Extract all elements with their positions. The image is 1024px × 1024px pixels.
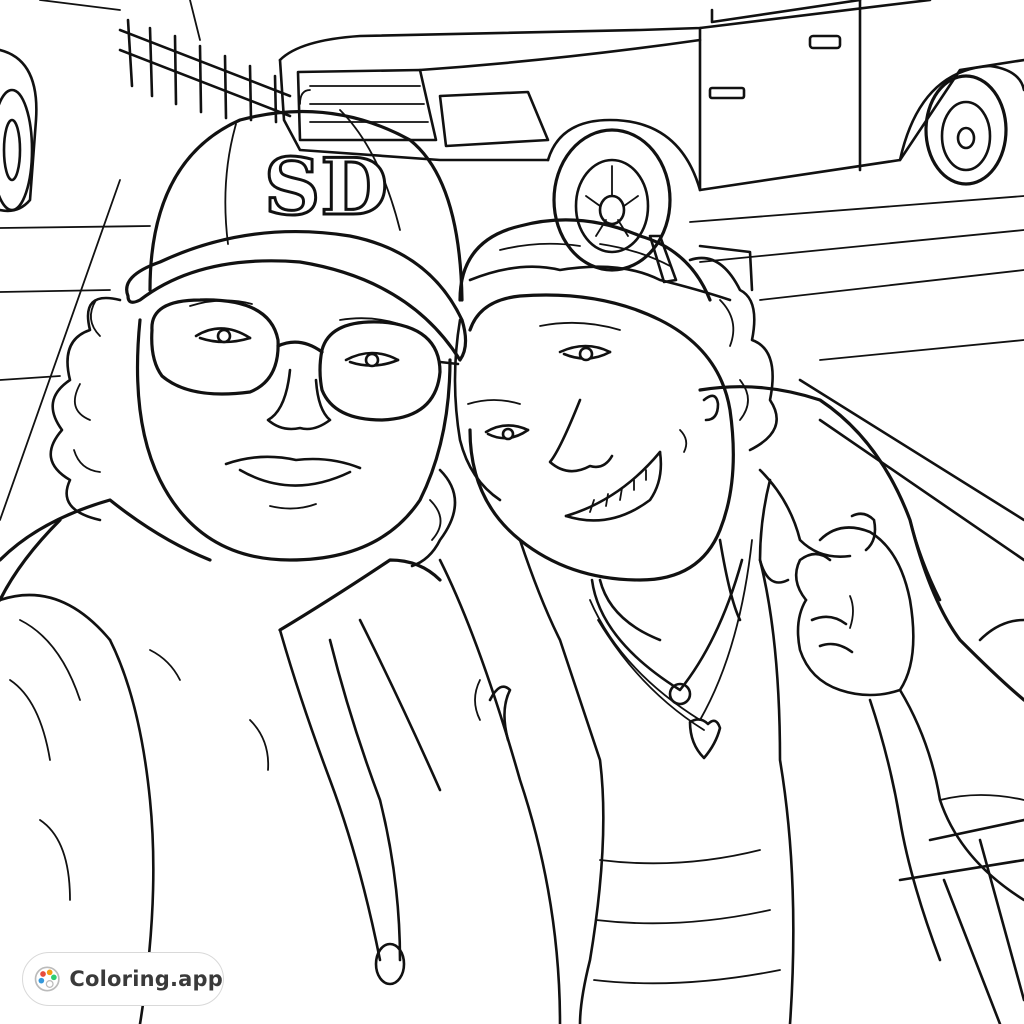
necklaces	[589, 539, 753, 760]
coloring-app-watermark: Coloring.app	[22, 952, 224, 1006]
person-left: SD	[0, 89, 562, 1024]
baseball-cap: SD	[125, 89, 468, 362]
person-right	[453, 218, 1024, 1024]
pickup-truck	[278, 0, 1024, 272]
hand	[794, 512, 915, 697]
hoodie	[0, 498, 562, 1024]
coloring-page-illustration: SD	[0, 0, 1024, 1024]
cap-logo-sd: SD	[264, 142, 388, 233]
watermark-text: Coloring.app	[69, 967, 223, 991]
palette-icon	[34, 966, 60, 992]
